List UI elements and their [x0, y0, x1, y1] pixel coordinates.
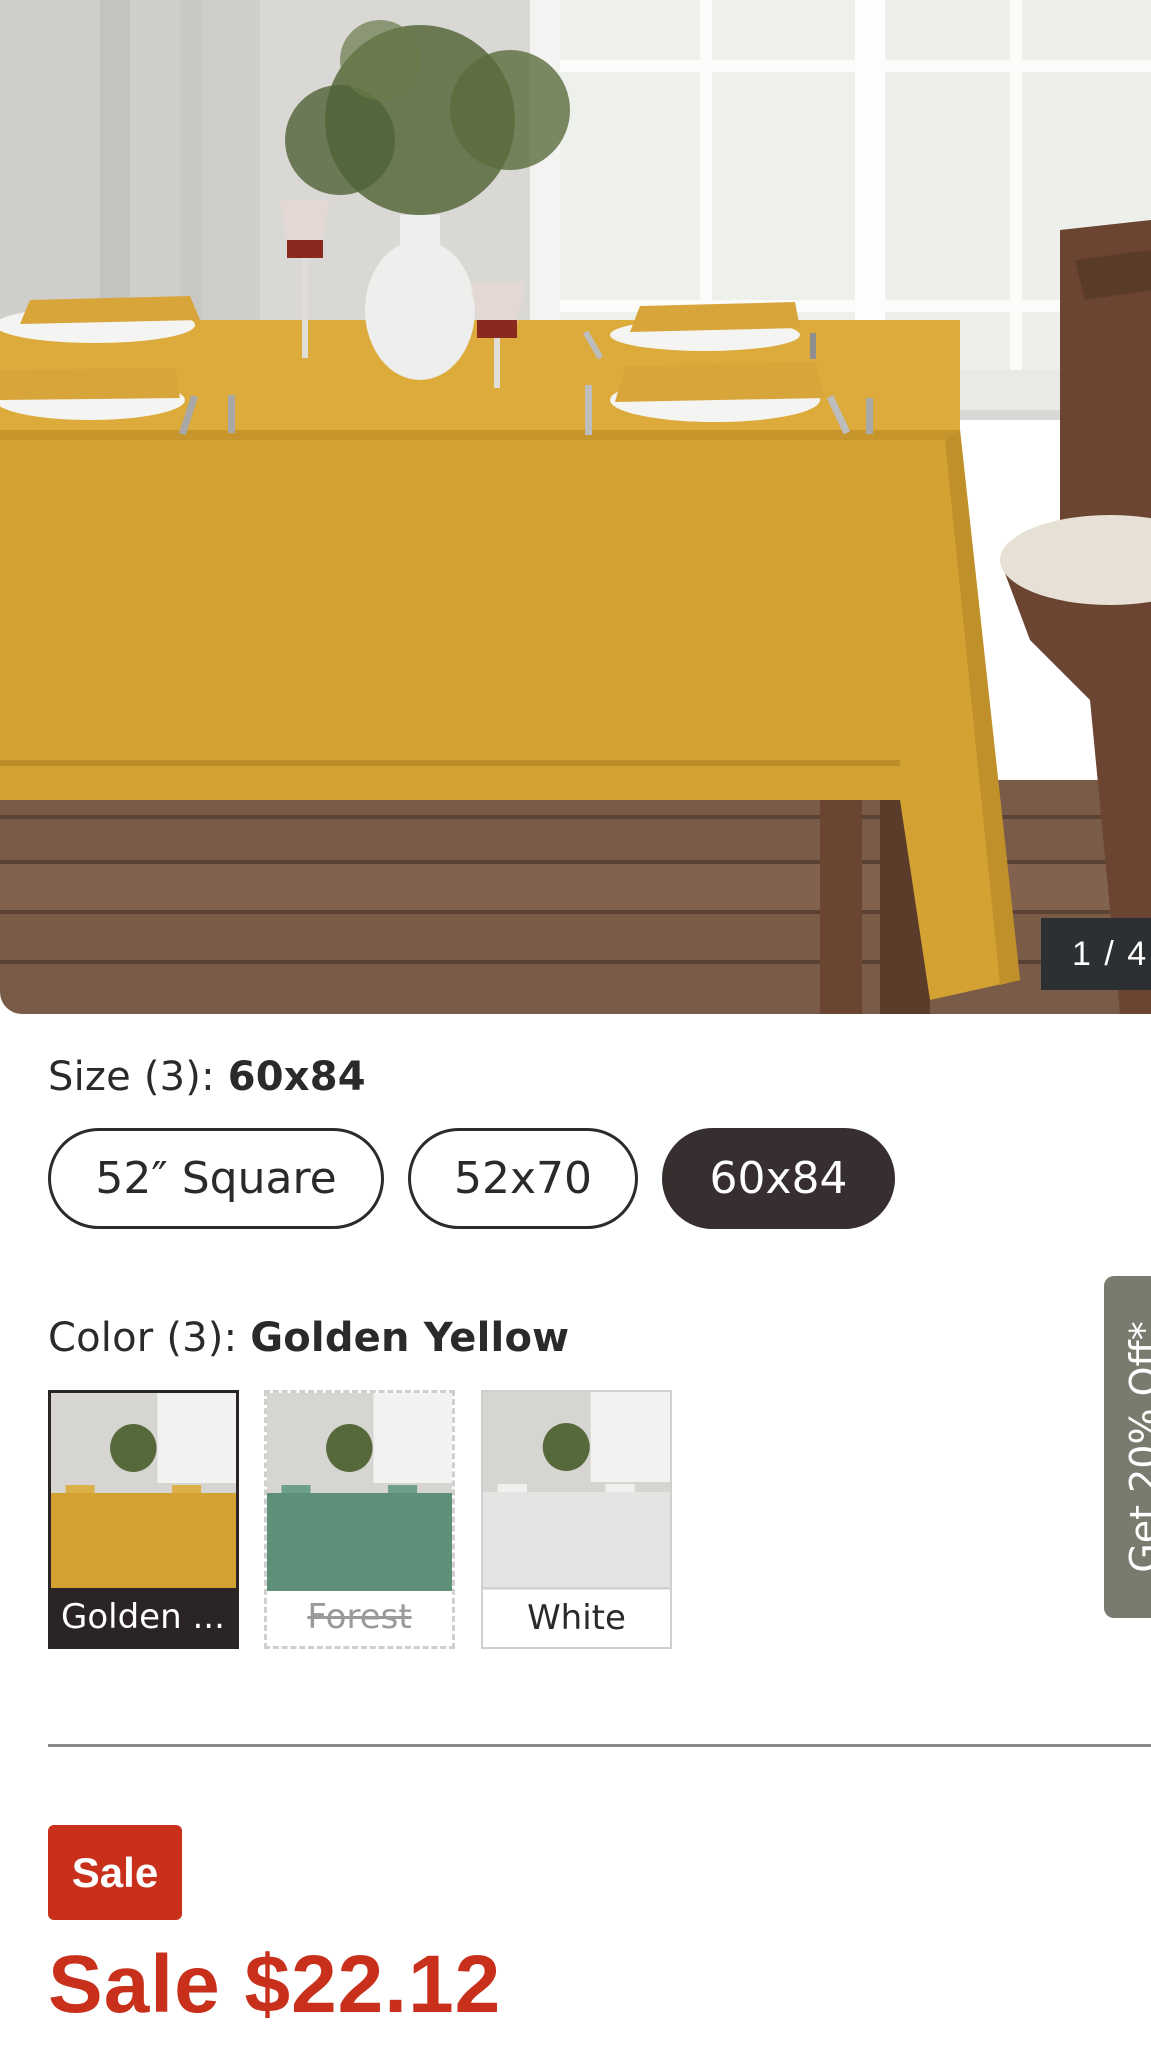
color-swatch-white[interactable]: White	[481, 1390, 672, 1649]
swatch-caption: Forest	[307, 1597, 412, 1637]
size-selected-value: 60x84	[227, 1054, 366, 1100]
sale-price: Sale $22.12	[48, 1939, 502, 2030]
color-swatch-golden-yellow[interactable]: Golden ...	[48, 1390, 239, 1649]
size-label: Size (3): 60x84	[48, 1054, 366, 1100]
color-label: Color (3): Golden Yellow	[48, 1315, 569, 1361]
color-swatch-forest[interactable]: Forest	[264, 1390, 455, 1649]
color-label-text: Color (3):	[48, 1315, 238, 1361]
swatch-caption: Golden ...	[51, 1588, 236, 1646]
size-option-52x70[interactable]: 52x70	[408, 1128, 638, 1229]
product-page: 1 / 4 Size (3): 60x84 52″ Square 52x70 6…	[0, 0, 1151, 2048]
promo-tab-text: Get 20% Off*	[1122, 1321, 1151, 1573]
swatch-thumbnail	[267, 1393, 452, 1591]
swatch-thumbnail	[51, 1393, 236, 1591]
size-option-60x84[interactable]: 60x84	[662, 1128, 895, 1229]
sale-badge: Sale	[48, 1825, 182, 1920]
swatch-caption: White	[483, 1587, 670, 1647]
size-option-52-square[interactable]: 52″ Square	[48, 1128, 384, 1229]
tablecloth-photo	[0, 0, 1151, 1014]
image-counter: 1 / 4	[1041, 918, 1151, 990]
swatch-thumbnail	[483, 1392, 670, 1590]
size-label-text: Size (3):	[48, 1054, 215, 1100]
color-selected-value: Golden Yellow	[250, 1315, 570, 1361]
product-image[interactable]: 1 / 4	[0, 0, 1151, 1014]
promo-side-tab[interactable]: Get 20% Off*	[1104, 1276, 1151, 1618]
section-divider	[48, 1744, 1151, 1747]
